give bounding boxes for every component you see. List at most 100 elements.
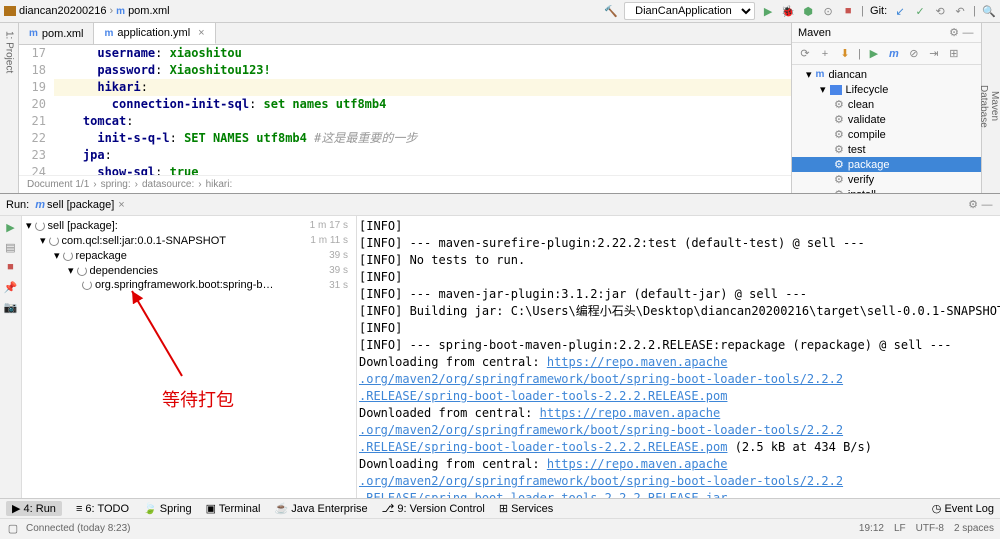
- bottom-tab-java-ee[interactable]: ☕ Java Enterprise: [274, 502, 367, 515]
- editor-tab-pom[interactable]: mpom.xml: [19, 23, 94, 44]
- console-line: .org/maven2/org/springframework/boot/spr…: [359, 473, 998, 490]
- stop-run-icon[interactable]: ■: [4, 260, 18, 274]
- bottom-tab-todo[interactable]: ≡ 6: TODO: [76, 503, 129, 515]
- console-link[interactable]: https://repo.maven.apache: [547, 457, 728, 471]
- console-link[interactable]: .RELEASE/spring-boot-loader-tools-2.2.2.…: [359, 491, 727, 498]
- cursor-position[interactable]: 19:12: [859, 523, 884, 534]
- maven-file-icon: m: [116, 6, 125, 17]
- plus-icon[interactable]: +: [818, 47, 832, 61]
- maven-goal-diancan[interactable]: ▾ m diancan: [792, 67, 981, 82]
- maven-file-icon: m: [104, 28, 113, 39]
- line-separator[interactable]: LF: [894, 523, 906, 534]
- maven-goal-Lifecycle[interactable]: ▾ Lifecycle: [792, 82, 981, 97]
- maven-goal-test[interactable]: ⚙ test: [792, 142, 981, 157]
- stop-icon[interactable]: ■: [841, 4, 855, 18]
- close-icon[interactable]: ×: [198, 27, 204, 39]
- console-line: .RELEASE/spring-boot-loader-tools-2.2.2.…: [359, 388, 998, 405]
- status-bar: ▢ Connected (today 8:23) 19:12 LF UTF-8 …: [0, 518, 1000, 537]
- console-link[interactable]: .org/maven2/org/springframework/boot/spr…: [359, 423, 843, 437]
- download-icon[interactable]: ⬇: [838, 47, 852, 61]
- run-tree-item[interactable]: ▾ sell [package]:1 m 17 s: [22, 218, 356, 233]
- tool-window-icon[interactable]: ▢: [6, 521, 20, 535]
- run-tree[interactable]: ▾ sell [package]:1 m 17 s▾ com.qcl:sell:…: [22, 216, 357, 498]
- git-update-icon[interactable]: ↙: [893, 4, 907, 18]
- bottom-tab-terminal[interactable]: ▣ Terminal: [206, 502, 261, 515]
- toggle-offline-icon[interactable]: ⊘: [907, 47, 921, 61]
- maven-goal-validate[interactable]: ⚙ validate: [792, 112, 981, 127]
- run-tree-item[interactable]: ▾ dependencies39 s: [22, 263, 356, 278]
- profiler-icon[interactable]: ⊙: [821, 4, 835, 18]
- filter-icon[interactable]: ▤: [4, 240, 18, 254]
- rerun-icon[interactable]: ▶: [4, 220, 18, 234]
- maven-goal-package[interactable]: ⚙ package: [792, 157, 981, 172]
- maven-goal-verify[interactable]: ⚙ verify: [792, 172, 981, 187]
- left-tool-stripe[interactable]: 1: Project: [0, 23, 19, 193]
- console-link[interactable]: .org/maven2/org/springframework/boot/spr…: [359, 474, 843, 488]
- close-tab-icon[interactable]: ×: [118, 199, 124, 211]
- search-icon[interactable]: 🔍: [982, 4, 996, 18]
- bottom-tool-bar: ▶ 4: Run ≡ 6: TODO 🍃 Spring ▣ Terminal ☕…: [0, 498, 1000, 518]
- console-link[interactable]: https://repo.maven.apache: [547, 355, 728, 369]
- console-line: [INFO] --- maven-jar-plugin:3.1.2:jar (d…: [359, 286, 998, 303]
- maven-goal-install[interactable]: ⚙ install: [792, 187, 981, 193]
- hammer-icon[interactable]: 🔨: [604, 4, 618, 18]
- run-tree-item[interactable]: ▾ com.qcl:sell:jar:0.0.1-SNAPSHOT1 m 11 …: [22, 233, 356, 248]
- maven-header: Maven ⚙ —: [792, 23, 981, 43]
- editor-breadcrumb[interactable]: Document 1/1› spring:› datasource:› hika…: [19, 175, 791, 193]
- git-history-icon[interactable]: ⟲: [933, 4, 947, 18]
- editor-tabs: mpom.xml mapplication.yml×: [19, 23, 791, 45]
- editor-body[interactable]: 1718192021222324 username: xiaoshitou pa…: [19, 45, 791, 175]
- run-maven-icon[interactable]: ▶: [867, 47, 881, 61]
- dump-icon[interactable]: 📷: [4, 300, 18, 314]
- run-header: Run: m sell [package] × ⚙ —: [0, 194, 1000, 216]
- run-tab[interactable]: sell [package]: [47, 199, 114, 211]
- encoding[interactable]: UTF-8: [916, 523, 944, 534]
- breadcrumb-project[interactable]: diancan20200216: [19, 5, 106, 17]
- breadcrumb-file[interactable]: pom.xml: [128, 5, 170, 17]
- project-folder-icon: [4, 6, 16, 16]
- console-line: [INFO] --- spring-boot-maven-plugin:2.2.…: [359, 337, 998, 354]
- editor-tab-yml[interactable]: mapplication.yml×: [94, 23, 215, 44]
- reimport-icon[interactable]: ⟳: [798, 47, 812, 61]
- console-link[interactable]: https://repo.maven.apache: [540, 406, 721, 420]
- git-revert-icon[interactable]: ↶: [953, 4, 967, 18]
- console-line: .org/maven2/org/springframework/boot/spr…: [359, 422, 998, 439]
- show-deps-icon[interactable]: ⊞: [947, 47, 961, 61]
- maven-goal-clean[interactable]: ⚙ clean: [792, 97, 981, 112]
- annotation-text: 等待打包: [162, 386, 234, 412]
- console-link[interactable]: .RELEASE/spring-boot-loader-tools-2.2.2.…: [359, 440, 727, 454]
- run-icon[interactable]: ▶: [761, 4, 775, 18]
- git-commit-icon[interactable]: ✓: [913, 4, 927, 18]
- hide-icon[interactable]: —: [961, 26, 975, 40]
- console-line: [INFO]: [359, 218, 998, 235]
- run-console[interactable]: [INFO][INFO] --- maven-surefire-plugin:2…: [357, 216, 1000, 498]
- maven-goal-compile[interactable]: ⚙ compile: [792, 127, 981, 142]
- maven-tree[interactable]: ▾ m diancan▾ Lifecycle⚙ clean⚙ validate⚙…: [792, 65, 981, 193]
- run-tree-item[interactable]: org.springframework.boot:spring-boot-loa…: [22, 278, 356, 292]
- bottom-tab-vcs[interactable]: ⎇ 9: Version Control: [382, 502, 485, 515]
- console-link[interactable]: .org/maven2/org/springframework/boot/spr…: [359, 372, 843, 386]
- status-message: Connected (today 8:23): [26, 523, 131, 534]
- console-line: Downloading from central: https://repo.m…: [359, 456, 998, 473]
- event-log[interactable]: ◷ Event Log: [932, 502, 994, 515]
- console-line: Downloading from central: https://repo.m…: [359, 354, 998, 371]
- bottom-tab-services[interactable]: ⊞ Services: [499, 502, 553, 515]
- bottom-tab-spring[interactable]: 🍃 Spring: [143, 502, 192, 515]
- collapse-icon[interactable]: ⇥: [927, 47, 941, 61]
- bottom-tab-run[interactable]: ▶ 4: Run: [6, 501, 62, 516]
- run-tree-item[interactable]: ▾ repackage39 s: [22, 248, 356, 263]
- execute-icon[interactable]: m: [887, 47, 901, 61]
- debug-icon[interactable]: 🐞: [781, 4, 795, 18]
- console-link[interactable]: .RELEASE/spring-boot-loader-tools-2.2.2.…: [359, 389, 727, 403]
- run-config-select[interactable]: DianCanApplication: [624, 2, 755, 20]
- pin-icon[interactable]: 📌: [4, 280, 18, 294]
- hide-icon[interactable]: —: [980, 198, 994, 212]
- coverage-icon[interactable]: ⬢: [801, 4, 815, 18]
- indent[interactable]: 2 spaces: [954, 523, 994, 534]
- run-label: Run:: [6, 199, 29, 211]
- console-line: [INFO]: [359, 269, 998, 286]
- console-line: [INFO]: [359, 320, 998, 337]
- right-tool-stripe[interactable]: Maven Database: [981, 23, 1000, 193]
- gear-icon[interactable]: ⚙: [947, 26, 961, 40]
- gear-icon[interactable]: ⚙: [966, 198, 980, 212]
